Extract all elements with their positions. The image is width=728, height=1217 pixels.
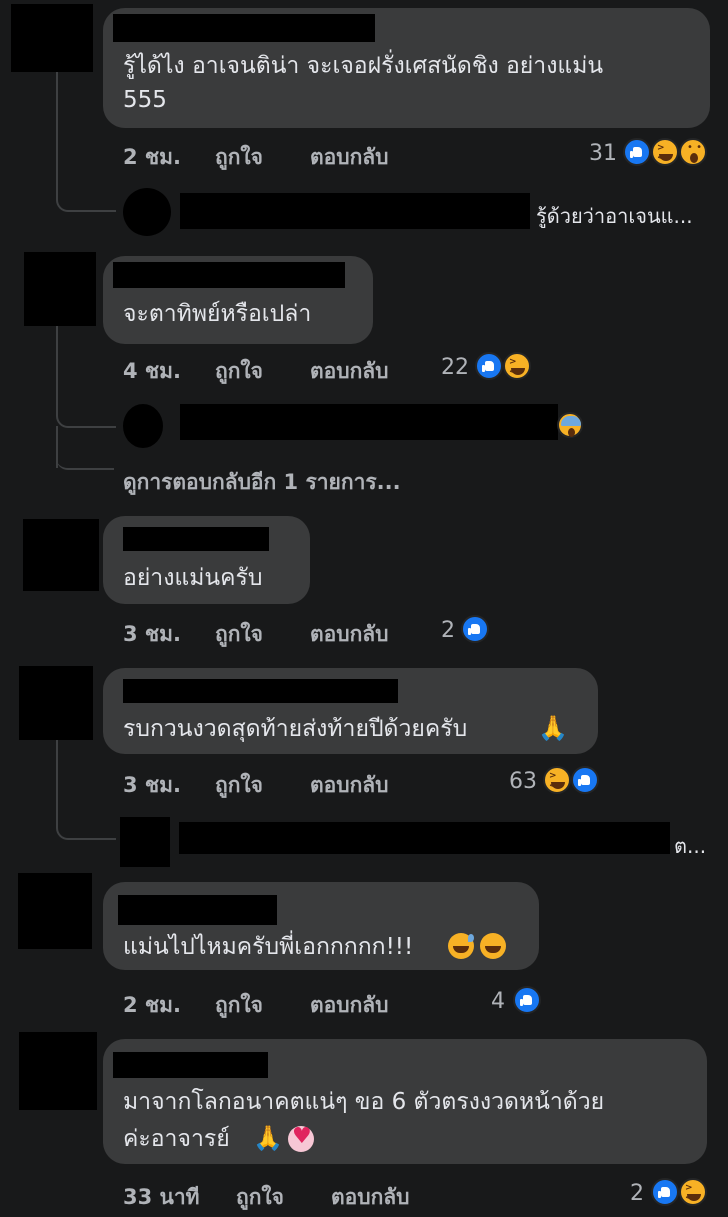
reply-preview-text[interactable]: รู้ด้วยว่าอาเจนแ... — [536, 200, 693, 232]
reply-button[interactable]: ตอบกลับ — [310, 618, 389, 651]
comment-text-line-1: รู้ได้ไง อาเจนติน่า จะเจอฝรั่งเศสนัดชิง … — [123, 53, 604, 79]
comment-text-line-1: รบกวนงวดสุดท้ายส่งท้ายปีด้วยครับ — [123, 716, 468, 742]
pray-icon: 🙏 — [253, 1124, 283, 1152]
avatar-redacted[interactable] — [19, 1032, 97, 1110]
comment-time[interactable]: 33 นาที — [123, 1181, 200, 1214]
grin-sweat-icon — [448, 933, 474, 959]
comment-text-line-1: แม่นไปไหมครับพี่เอกกกกก!!! — [123, 934, 414, 960]
reaction-count[interactable]: 2 — [441, 618, 455, 643]
avatar-redacted[interactable] — [23, 519, 99, 591]
author-name-redacted[interactable] — [123, 679, 398, 703]
haha-icon[interactable] — [651, 138, 679, 166]
avatar-redacted[interactable] — [24, 252, 96, 326]
reply-avatar-redacted[interactable] — [123, 404, 163, 448]
reply-button[interactable]: ตอบกลับ — [310, 355, 389, 388]
reply-thread-line — [56, 426, 114, 470]
reply-thread-line — [56, 72, 116, 212]
like-icon[interactable] — [571, 766, 599, 794]
avatar-redacted[interactable] — [18, 873, 92, 949]
reaction-count[interactable]: 4 — [491, 989, 505, 1014]
reply-thread-line — [56, 740, 116, 840]
comment-time[interactable]: 4 ชม. — [123, 355, 181, 388]
like-button[interactable]: ถูกใจ — [215, 769, 263, 802]
reply-button[interactable]: ตอบกลับ — [331, 1181, 410, 1214]
comment-time[interactable]: 3 ชม. — [123, 769, 181, 802]
pray-icon: 🙏 — [538, 714, 568, 742]
comment-time[interactable]: 2 ชม. — [123, 141, 181, 174]
comment-text-line-1: มาจากโลกอนาคตแน่ๆ ขอ 6 ตัวตรงงวดหน้าด้วย — [123, 1089, 605, 1115]
like-icon[interactable] — [461, 615, 489, 643]
like-button[interactable]: ถูกใจ — [215, 618, 263, 651]
avatar-redacted[interactable] — [19, 666, 93, 740]
heart-icon — [288, 1124, 314, 1152]
like-button[interactable]: ถูกใจ — [215, 989, 263, 1022]
author-name-redacted[interactable] — [113, 262, 345, 288]
like-button[interactable]: ถูกใจ — [236, 1181, 284, 1214]
comment-text-line-2: ค่ะอาจารย์ — [123, 1126, 230, 1152]
author-name-redacted[interactable] — [113, 14, 375, 42]
reply-button[interactable]: ตอบกลับ — [310, 769, 389, 802]
comment-text-line-1: อย่างแม่นครับ — [123, 565, 263, 591]
reply-thread-line — [56, 326, 116, 428]
wow-icon[interactable] — [679, 138, 707, 166]
reply-author-redacted[interactable] — [180, 193, 530, 229]
reply-avatar-redacted[interactable] — [123, 188, 171, 236]
like-icon[interactable] — [623, 138, 651, 166]
avatar-redacted[interactable] — [11, 4, 93, 72]
comment-time[interactable]: 2 ชม. — [123, 989, 181, 1022]
view-more-replies-link[interactable]: ดูการตอบกลับอีก 1 รายการ... — [123, 466, 401, 499]
haha-icon[interactable] — [503, 352, 531, 380]
reply-author-redacted[interactable] — [179, 822, 670, 854]
like-button[interactable]: ถูกใจ — [215, 355, 263, 388]
haha-icon[interactable] — [543, 766, 571, 794]
reply-button[interactable]: ตอบกลับ — [310, 141, 389, 174]
author-name-redacted[interactable] — [113, 1052, 268, 1078]
reply-author-redacted[interactable] — [180, 404, 558, 440]
laugh-icon — [480, 933, 506, 959]
reaction-count[interactable]: 31 — [589, 141, 617, 166]
like-button[interactable]: ถูกใจ — [215, 141, 263, 174]
like-icon[interactable] — [475, 352, 503, 380]
author-name-redacted[interactable] — [118, 895, 277, 925]
reaction-count[interactable]: 63 — [509, 769, 537, 794]
reply-preview-text[interactable]: ต... — [674, 830, 706, 862]
like-icon[interactable] — [651, 1178, 679, 1206]
reaction-count[interactable]: 2 — [630, 1181, 644, 1206]
reply-button[interactable]: ตอบกลับ — [310, 989, 389, 1022]
comment-text-line-2: 555 — [123, 87, 167, 113]
scream-icon — [557, 412, 583, 438]
comment-text-line-1: จะตาทิพย์หรือเปล่า — [123, 301, 312, 327]
reaction-count[interactable]: 22 — [441, 355, 469, 380]
reply-avatar-redacted[interactable] — [120, 817, 170, 867]
haha-icon[interactable] — [679, 1178, 707, 1206]
author-name-redacted[interactable] — [123, 527, 269, 551]
like-icon[interactable] — [513, 986, 541, 1014]
comment-time[interactable]: 3 ชม. — [123, 618, 181, 651]
